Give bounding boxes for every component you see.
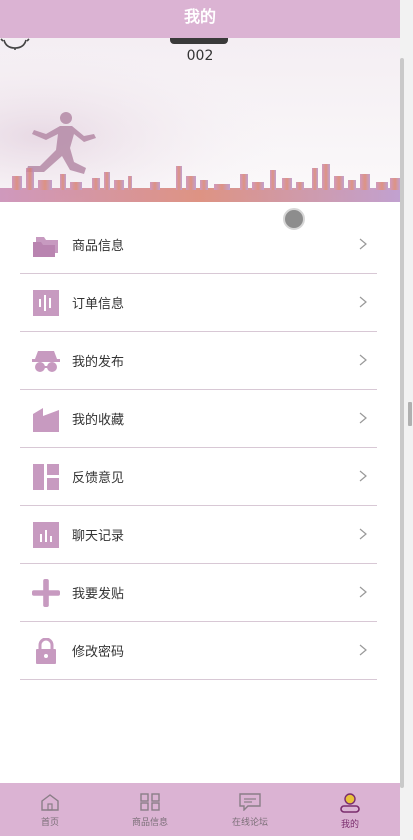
tab-label: 在线论坛 bbox=[231, 818, 268, 828]
menu-label: 修改密码 bbox=[72, 645, 125, 660]
folder-icon bbox=[32, 231, 60, 259]
tab-forum[interactable]: 在线论坛 bbox=[200, 783, 300, 836]
menu-item-my-posts[interactable]: 我的发布 bbox=[20, 332, 377, 390]
tab-label: 首页 bbox=[40, 818, 59, 828]
tab-label: 我的 bbox=[340, 820, 359, 830]
page-title: 我的 bbox=[0, 0, 400, 38]
tab-label: 商品信息 bbox=[131, 818, 168, 828]
profile-menu: 商品信息 订单信息 我的发布 我的收藏 反馈意见 聊天记录 我要发贴 修改密码 bbox=[20, 216, 377, 680]
chevron-right-icon bbox=[359, 412, 367, 424]
chevron-right-icon bbox=[359, 296, 367, 308]
tab-mine[interactable]: 我的 bbox=[300, 783, 400, 836]
user-icon bbox=[340, 793, 360, 813]
menu-item-order-info[interactable]: 订单信息 bbox=[20, 274, 377, 332]
chevron-right-icon bbox=[359, 586, 367, 598]
scrollbar[interactable] bbox=[400, 58, 404, 788]
menu-item-chat-history[interactable]: 聊天记录 bbox=[20, 506, 377, 564]
menu-label: 我的收藏 bbox=[72, 413, 125, 428]
menu-item-change-password[interactable]: 修改密码 bbox=[20, 622, 377, 680]
factory-icon bbox=[32, 405, 60, 433]
bottom-tab-bar: 首页 商品信息 在线论坛 我的 bbox=[0, 783, 400, 836]
audio-bars-icon bbox=[32, 289, 60, 317]
lock-icon bbox=[32, 637, 60, 665]
menu-label: 反馈意见 bbox=[72, 471, 125, 486]
home-icon bbox=[41, 794, 59, 811]
menu-label: 我要发贴 bbox=[72, 587, 125, 602]
chevron-right-icon bbox=[359, 238, 367, 250]
drag-handle[interactable] bbox=[408, 402, 412, 426]
settings-gear-icon[interactable] bbox=[0, 38, 30, 50]
chevron-right-icon bbox=[359, 528, 367, 540]
profile-banner: 002 bbox=[0, 38, 400, 202]
tab-product-info[interactable]: 商品信息 bbox=[100, 783, 200, 836]
username: 002 bbox=[186, 48, 214, 64]
menu-item-new-post[interactable]: 我要发贴 bbox=[20, 564, 377, 622]
menu-item-favorites[interactable]: 我的收藏 bbox=[20, 390, 377, 448]
chevron-right-icon bbox=[359, 354, 367, 366]
plus-icon bbox=[32, 578, 60, 607]
grid-icon bbox=[140, 793, 160, 811]
menu-item-feedback[interactable]: 反馈意见 bbox=[20, 448, 377, 506]
bar-chart-icon bbox=[32, 521, 60, 549]
chevron-right-icon bbox=[359, 470, 367, 482]
chevron-right-icon bbox=[359, 644, 367, 656]
menu-label: 我的发布 bbox=[72, 355, 125, 370]
menu-label: 订单信息 bbox=[72, 297, 125, 312]
menu-item-product-info[interactable]: 商品信息 bbox=[20, 216, 377, 274]
app-screen: 我的 002 商品信息 订单信息 我的发布 我的收藏 反馈意见 聊天记录 我要发… bbox=[0, 0, 400, 840]
incognito-icon bbox=[32, 347, 60, 375]
menu-label: 聊天记录 bbox=[72, 529, 125, 544]
layout-icon bbox=[32, 463, 60, 491]
message-icon bbox=[239, 793, 261, 811]
menu-label: 商品信息 bbox=[72, 239, 125, 254]
tab-home[interactable]: 首页 bbox=[0, 783, 100, 836]
avatar[interactable] bbox=[170, 38, 228, 44]
